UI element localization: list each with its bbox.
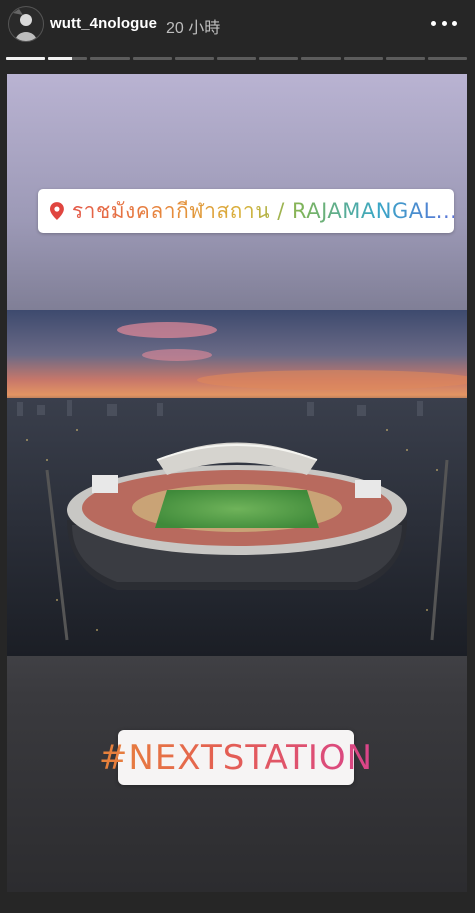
progress-segment-fill [6,57,46,60]
progress-segment [174,57,214,60]
progress-segment [427,57,468,60]
progress-segment [216,57,257,60]
more-options-icon[interactable] [431,15,457,31]
story-progress-bar [6,57,468,60]
location-text: ราชมังคลากีฬาสถาน / RAJAMANGAL... [72,195,454,228]
avatar[interactable] [8,6,44,42]
story-header: wutt_4nologue 20 小時 [0,0,475,52]
stadium-image [7,310,467,656]
progress-segment [343,57,383,60]
progress-segment [48,57,88,60]
hashtag-sticker[interactable]: #NEXTSTATION [99,730,372,785]
story-canvas[interactable]: ราชมังคลากีฬาสถาน / RAJAMANGAL... #NEXTS… [7,74,467,892]
stadium-photo [7,310,467,656]
timestamp: 20 小時 [166,20,221,37]
progress-segment [6,57,46,60]
avatar-image [9,7,43,41]
progress-segment [301,57,341,60]
progress-segment [259,57,299,60]
story-viewer: wutt_4nologue 20 小時 ราชมังคลากีฬาสถาน / … [0,0,475,913]
dot [452,20,457,26]
username[interactable]: wutt_4nologue [50,15,157,32]
progress-segment [132,57,172,60]
progress-segment-fill [48,57,72,60]
dot [431,20,436,26]
location-sticker[interactable]: ราชมังคลากีฬาสถาน / RAJAMANGAL... [38,189,454,233]
hashtag-text: #NEXTSTATION [98,737,374,778]
location-pin-icon [50,202,64,220]
progress-segment [90,57,130,60]
dot [441,20,447,26]
progress-segment [385,57,425,60]
